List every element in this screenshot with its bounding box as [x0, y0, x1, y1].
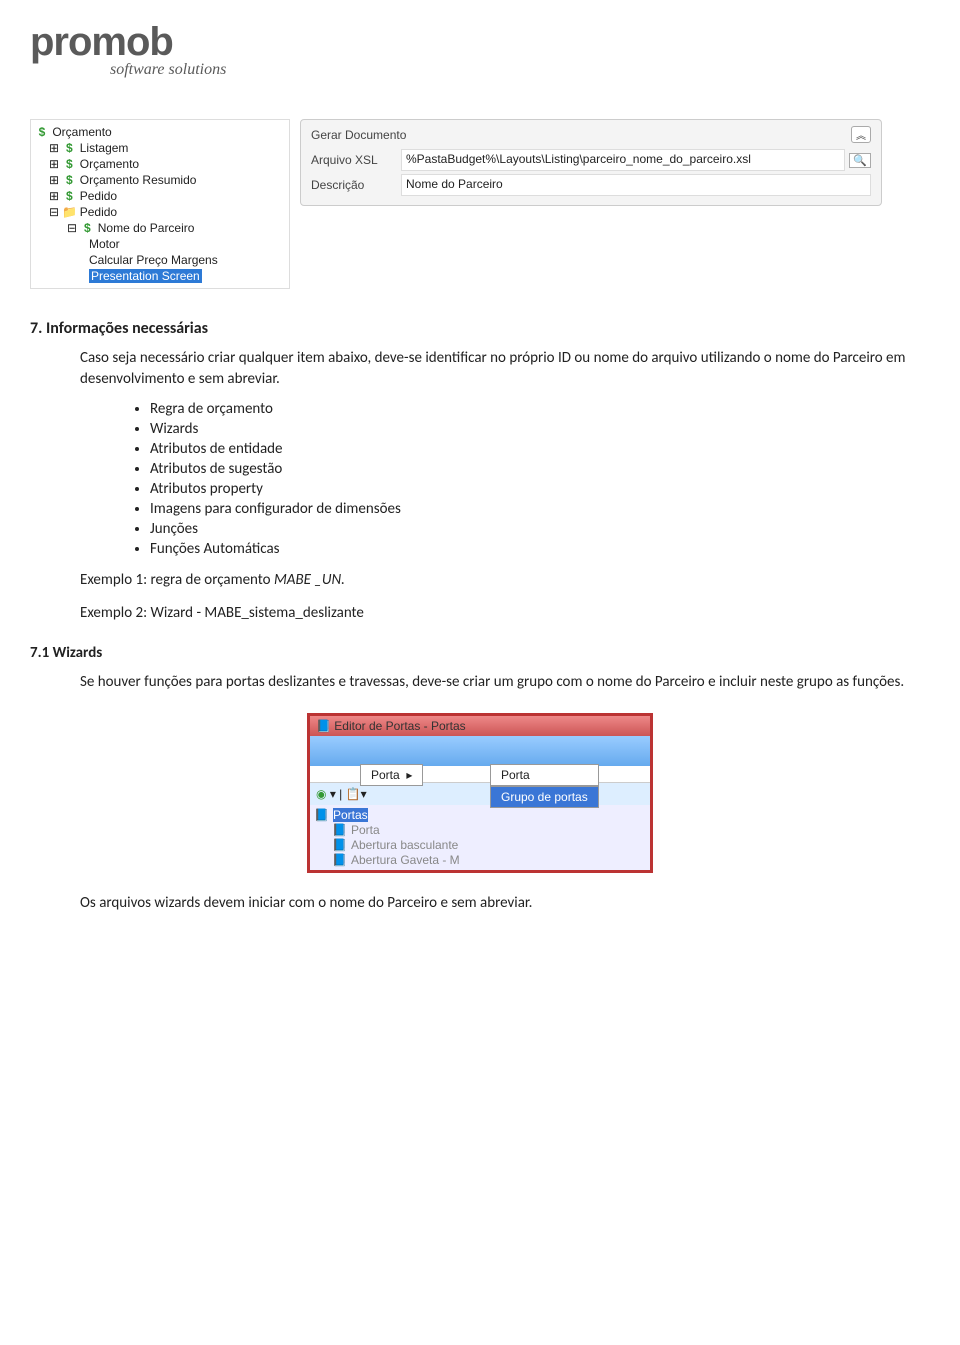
- bullet-item: Atributos de entidade: [150, 440, 930, 458]
- window-title: 📘 Editor de Portas - Portas: [310, 716, 650, 736]
- tree-node[interactable]: 📘 Porta: [314, 823, 646, 837]
- field-row-desc: Descrição Nome do Parceiro: [311, 174, 871, 196]
- tree-node[interactable]: 📘 Abertura Gaveta - M: [314, 853, 646, 867]
- bullet-item: Atributos de sugestão: [150, 460, 930, 478]
- money-icon: $: [62, 189, 76, 203]
- bullet-item: Atributos property: [150, 480, 930, 498]
- section-7-1-paragraph-2: Os arquivos wizards devem iniciar com o …: [80, 893, 930, 914]
- tree-item[interactable]: ⊞ $ Orçamento: [35, 156, 285, 172]
- money-icon: $: [62, 157, 76, 171]
- money-icon: $: [80, 221, 94, 235]
- bullet-item: Wizards: [150, 420, 930, 438]
- add-icon[interactable]: ◉: [316, 787, 326, 801]
- tree-root[interactable]: $ Orçamento: [35, 124, 285, 140]
- collapse-icon[interactable]: ︽: [851, 126, 871, 143]
- money-icon: $: [35, 125, 49, 139]
- bullet-item: Regra de orçamento: [150, 400, 930, 418]
- field-value-desc[interactable]: Nome do Parceiro: [401, 174, 871, 196]
- toolbar-area: [310, 736, 650, 766]
- logo-sub: software solutions: [110, 61, 930, 79]
- panel-title: Gerar Documento: [311, 128, 406, 142]
- tree-node[interactable]: 📘 Abertura basculante: [314, 838, 646, 852]
- section-7-heading: 7. Informações necessárias: [30, 319, 930, 338]
- tree-item[interactable]: ⊞ $ Pedido: [35, 188, 285, 204]
- tree-panel: $ Orçamento ⊞ $ Listagem ⊞ $ Orçamento ⊞…: [30, 119, 290, 289]
- tool-icon[interactable]: 📋: [346, 787, 361, 801]
- logo-main: promob: [30, 20, 930, 65]
- panel-title-row: Gerar Documento ︽: [311, 126, 871, 143]
- tree-item-expanded[interactable]: ⊟ 📁 Pedido: [35, 204, 285, 220]
- folder-icon: 📁: [62, 205, 76, 219]
- menu-item[interactable]: Porta ▸: [360, 764, 423, 786]
- detail-panel: Gerar Documento ︽ Arquivo XSL %PastaBudg…: [300, 119, 882, 206]
- bullet-item: Junções: [150, 520, 930, 538]
- tree-leaf-selected[interactable]: Presentation Screen: [35, 268, 285, 284]
- root-node-selected[interactable]: 📘 Portas: [314, 808, 646, 822]
- field-row-xsl: Arquivo XSL %PastaBudget%\Layouts\Listin…: [311, 149, 871, 171]
- bullet-list: Regra de orçamento Wizards Atributos de …: [150, 400, 930, 558]
- browse-icon[interactable]: 🔍: [849, 153, 871, 168]
- tree-item-expanded[interactable]: ⊟ $ Nome do Parceiro: [35, 220, 285, 236]
- section-7-1-paragraph: Se houver funções para portas deslizante…: [80, 672, 930, 693]
- tree-item[interactable]: ⊞ $ Listagem: [35, 140, 285, 156]
- example-2: Exemplo 2: Wizard - MABE_sistema_desliza…: [80, 603, 930, 624]
- submenu-item[interactable]: Porta: [490, 764, 599, 786]
- bullet-item: Imagens para configurador de dimensões: [150, 500, 930, 518]
- field-value-xsl[interactable]: %PastaBudget%\Layouts\Listing\parceiro_n…: [401, 149, 845, 171]
- example-1: Exemplo 1: regra de orçamento MABE _UN.: [80, 570, 930, 591]
- submenu-item-hover[interactable]: Grupo de portas: [490, 786, 599, 808]
- tree-item[interactable]: ⊞ $ Orçamento Resumido: [35, 172, 285, 188]
- field-label: Arquivo XSL: [311, 153, 401, 167]
- field-label: Descrição: [311, 178, 401, 192]
- money-icon: $: [62, 141, 76, 155]
- money-icon: $: [62, 173, 76, 187]
- editor-window-figure: 📘 Editor de Portas - Portas ◉ ▾ | 📋▾ 📘 P…: [307, 713, 653, 873]
- figure-row: $ Orçamento ⊞ $ Listagem ⊞ $ Orçamento ⊞…: [30, 119, 930, 289]
- context-menu-1: Porta ▸: [360, 764, 423, 786]
- tree-leaf[interactable]: Motor: [35, 236, 285, 252]
- tree-body: 📘 Portas 📘 Porta 📘 Abertura basculante 📘…: [310, 805, 650, 870]
- toolbar: ◉ ▾ | 📋▾: [310, 783, 650, 805]
- bullet-item: Funções Automáticas: [150, 540, 930, 558]
- logo-block: promob software solutions: [30, 20, 930, 79]
- context-submenu: Porta Grupo de portas: [490, 764, 599, 808]
- section-7-paragraph: Caso seja necessário criar qualquer item…: [80, 348, 930, 390]
- tree-leaf[interactable]: Calcular Preço Margens: [35, 252, 285, 268]
- section-7-1-heading: 7.1 Wizards: [30, 644, 930, 662]
